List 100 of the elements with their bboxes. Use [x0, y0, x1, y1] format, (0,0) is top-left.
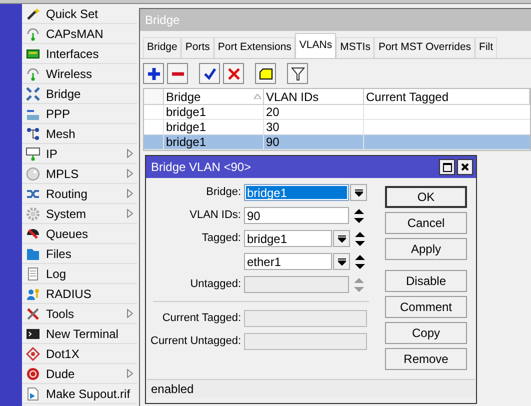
submenu-arrow-icon: [127, 309, 133, 318]
dialog-button[interactable]: Cancel: [385, 212, 467, 234]
dialog-title: Bridge VLAN <90>: [151, 159, 252, 176]
menu-item[interactable]: Mesh: [22, 124, 137, 144]
tab[interactable]: VLANs: [295, 33, 336, 58]
table-row[interactable]: bridge1 20: [144, 105, 530, 120]
menu-item[interactable]: Quick Set: [22, 4, 137, 24]
field-label: Current Untagged:: [150, 334, 242, 350]
terminal-icon: [26, 326, 40, 340]
ball-icon: [26, 366, 40, 380]
column-header[interactable]: Current Tagged: [364, 89, 530, 104]
menu-item[interactable]: PPP: [22, 104, 137, 124]
dialog-button[interactable]: Copy: [385, 322, 467, 344]
menu-item[interactable]: System: [22, 204, 137, 224]
add-button[interactable]: [143, 63, 164, 84]
dialog-button[interactable]: OK: [385, 186, 467, 208]
tab[interactable]: MSTIs: [336, 37, 374, 58]
column-header[interactable]: Bridge: [164, 89, 264, 104]
arrows-icon: [26, 86, 40, 100]
table-row[interactable]: bridge1 90: [144, 135, 530, 150]
column-header[interactable]: VLAN IDs: [264, 89, 364, 104]
network-card-icon: [26, 46, 40, 60]
down-arrow-icon: [354, 188, 362, 196]
up-down-arrows-icon[interactable]: [355, 254, 365, 268]
dot1x-icon: [26, 346, 40, 360]
disc-icon: [26, 166, 40, 180]
gauge-icon: [26, 226, 40, 240]
mesh-icon: [26, 126, 40, 140]
submenu-arrow-icon: [127, 149, 133, 158]
wand-icon: [26, 6, 40, 20]
input-field[interactable]: ether1: [244, 253, 332, 270]
menu-item[interactable]: Dot1X: [22, 344, 137, 364]
close-button[interactable]: [457, 159, 473, 175]
table-cell: bridge1: [164, 120, 264, 134]
menu-item[interactable]: Queues: [22, 224, 137, 244]
tab[interactable]: Port Extensions: [214, 37, 296, 58]
filter-icon: [290, 66, 304, 80]
table-cell: bridge1: [164, 105, 264, 119]
table-cell: 30: [264, 120, 364, 134]
status-bar: enabled: [147, 379, 475, 398]
menu-item[interactable]: Dude: [22, 364, 137, 384]
table-cell: bridge1: [164, 135, 264, 149]
down-arrow-icon: [338, 234, 346, 242]
up-down-arrows-icon[interactable]: [355, 232, 365, 246]
field-label: Bridge:: [205, 185, 242, 200]
menu-item[interactable]: IP: [22, 144, 137, 164]
gear-icon: [26, 206, 40, 220]
document-icon: [26, 266, 40, 280]
dropdown-button[interactable]: [350, 184, 367, 201]
down-arrow-icon: [338, 258, 346, 266]
maximize-button[interactable]: [439, 159, 455, 175]
submenu-arrow-icon: [127, 169, 133, 178]
menu-item[interactable]: Tools: [22, 304, 137, 324]
remove-button[interactable]: [167, 63, 188, 84]
menu-item[interactable]: Make Supout.rif: [22, 384, 137, 404]
submenu-arrow-icon: [127, 209, 133, 218]
menu-item[interactable]: RADIUS: [22, 284, 137, 304]
menu-item[interactable]: Interfaces: [22, 44, 137, 64]
submenu-arrow-icon: [127, 189, 133, 198]
file-icon: [26, 386, 40, 400]
menu-item[interactable]: New Terminal: [22, 324, 137, 344]
table-row[interactable]: bridge1 30: [144, 120, 530, 135]
menu-item[interactable]: CAPsMAN: [22, 24, 137, 44]
dialog-button[interactable]: Comment: [385, 296, 467, 318]
comment-button[interactable]: [255, 63, 276, 84]
folder-icon: [26, 246, 40, 260]
tab[interactable]: Port MST Overrides: [374, 37, 476, 58]
table-cell: 90: [264, 135, 364, 149]
disable-button[interactable]: [223, 63, 244, 84]
menu-item[interactable]: Files: [22, 244, 137, 264]
dropdown-button[interactable]: [333, 253, 350, 270]
tab[interactable]: Ports: [181, 37, 214, 58]
plus-icon: [146, 66, 160, 80]
menu-item[interactable]: Bridge: [22, 84, 137, 104]
cross-icon: [226, 66, 240, 80]
enable-button[interactable]: [199, 63, 220, 84]
input-field[interactable]: 90: [244, 207, 349, 224]
dialog-button[interactable]: Disable: [385, 270, 467, 292]
field-label: Untagged:: [189, 277, 242, 292]
field-label: Current Tagged:: [161, 311, 242, 326]
dialog-button[interactable]: Remove: [385, 348, 467, 370]
menu-item[interactable]: Wireless: [22, 64, 137, 84]
antenna-icon: [26, 66, 40, 80]
menu-item[interactable]: MPLS: [22, 164, 137, 184]
filter-button[interactable]: [287, 63, 308, 84]
tab[interactable]: Filt: [475, 37, 498, 58]
check-icon: [202, 66, 216, 80]
menu-item[interactable]: Log: [22, 264, 137, 284]
close-icon: [461, 163, 469, 171]
user-key-icon: [26, 286, 40, 300]
input-field[interactable]: bridge1: [244, 184, 349, 201]
dropdown-button[interactable]: [333, 230, 350, 247]
tab[interactable]: Bridge: [143, 37, 182, 58]
field-label: Tagged:: [200, 231, 242, 246]
up-down-arrows-icon[interactable]: [354, 208, 364, 222]
input-field[interactable]: bridge1: [244, 230, 332, 247]
menu-item[interactable]: Routing: [22, 184, 137, 204]
antenna-icon: [26, 26, 40, 40]
tools-icon: [26, 306, 40, 320]
dialog-button[interactable]: Apply: [385, 238, 467, 260]
